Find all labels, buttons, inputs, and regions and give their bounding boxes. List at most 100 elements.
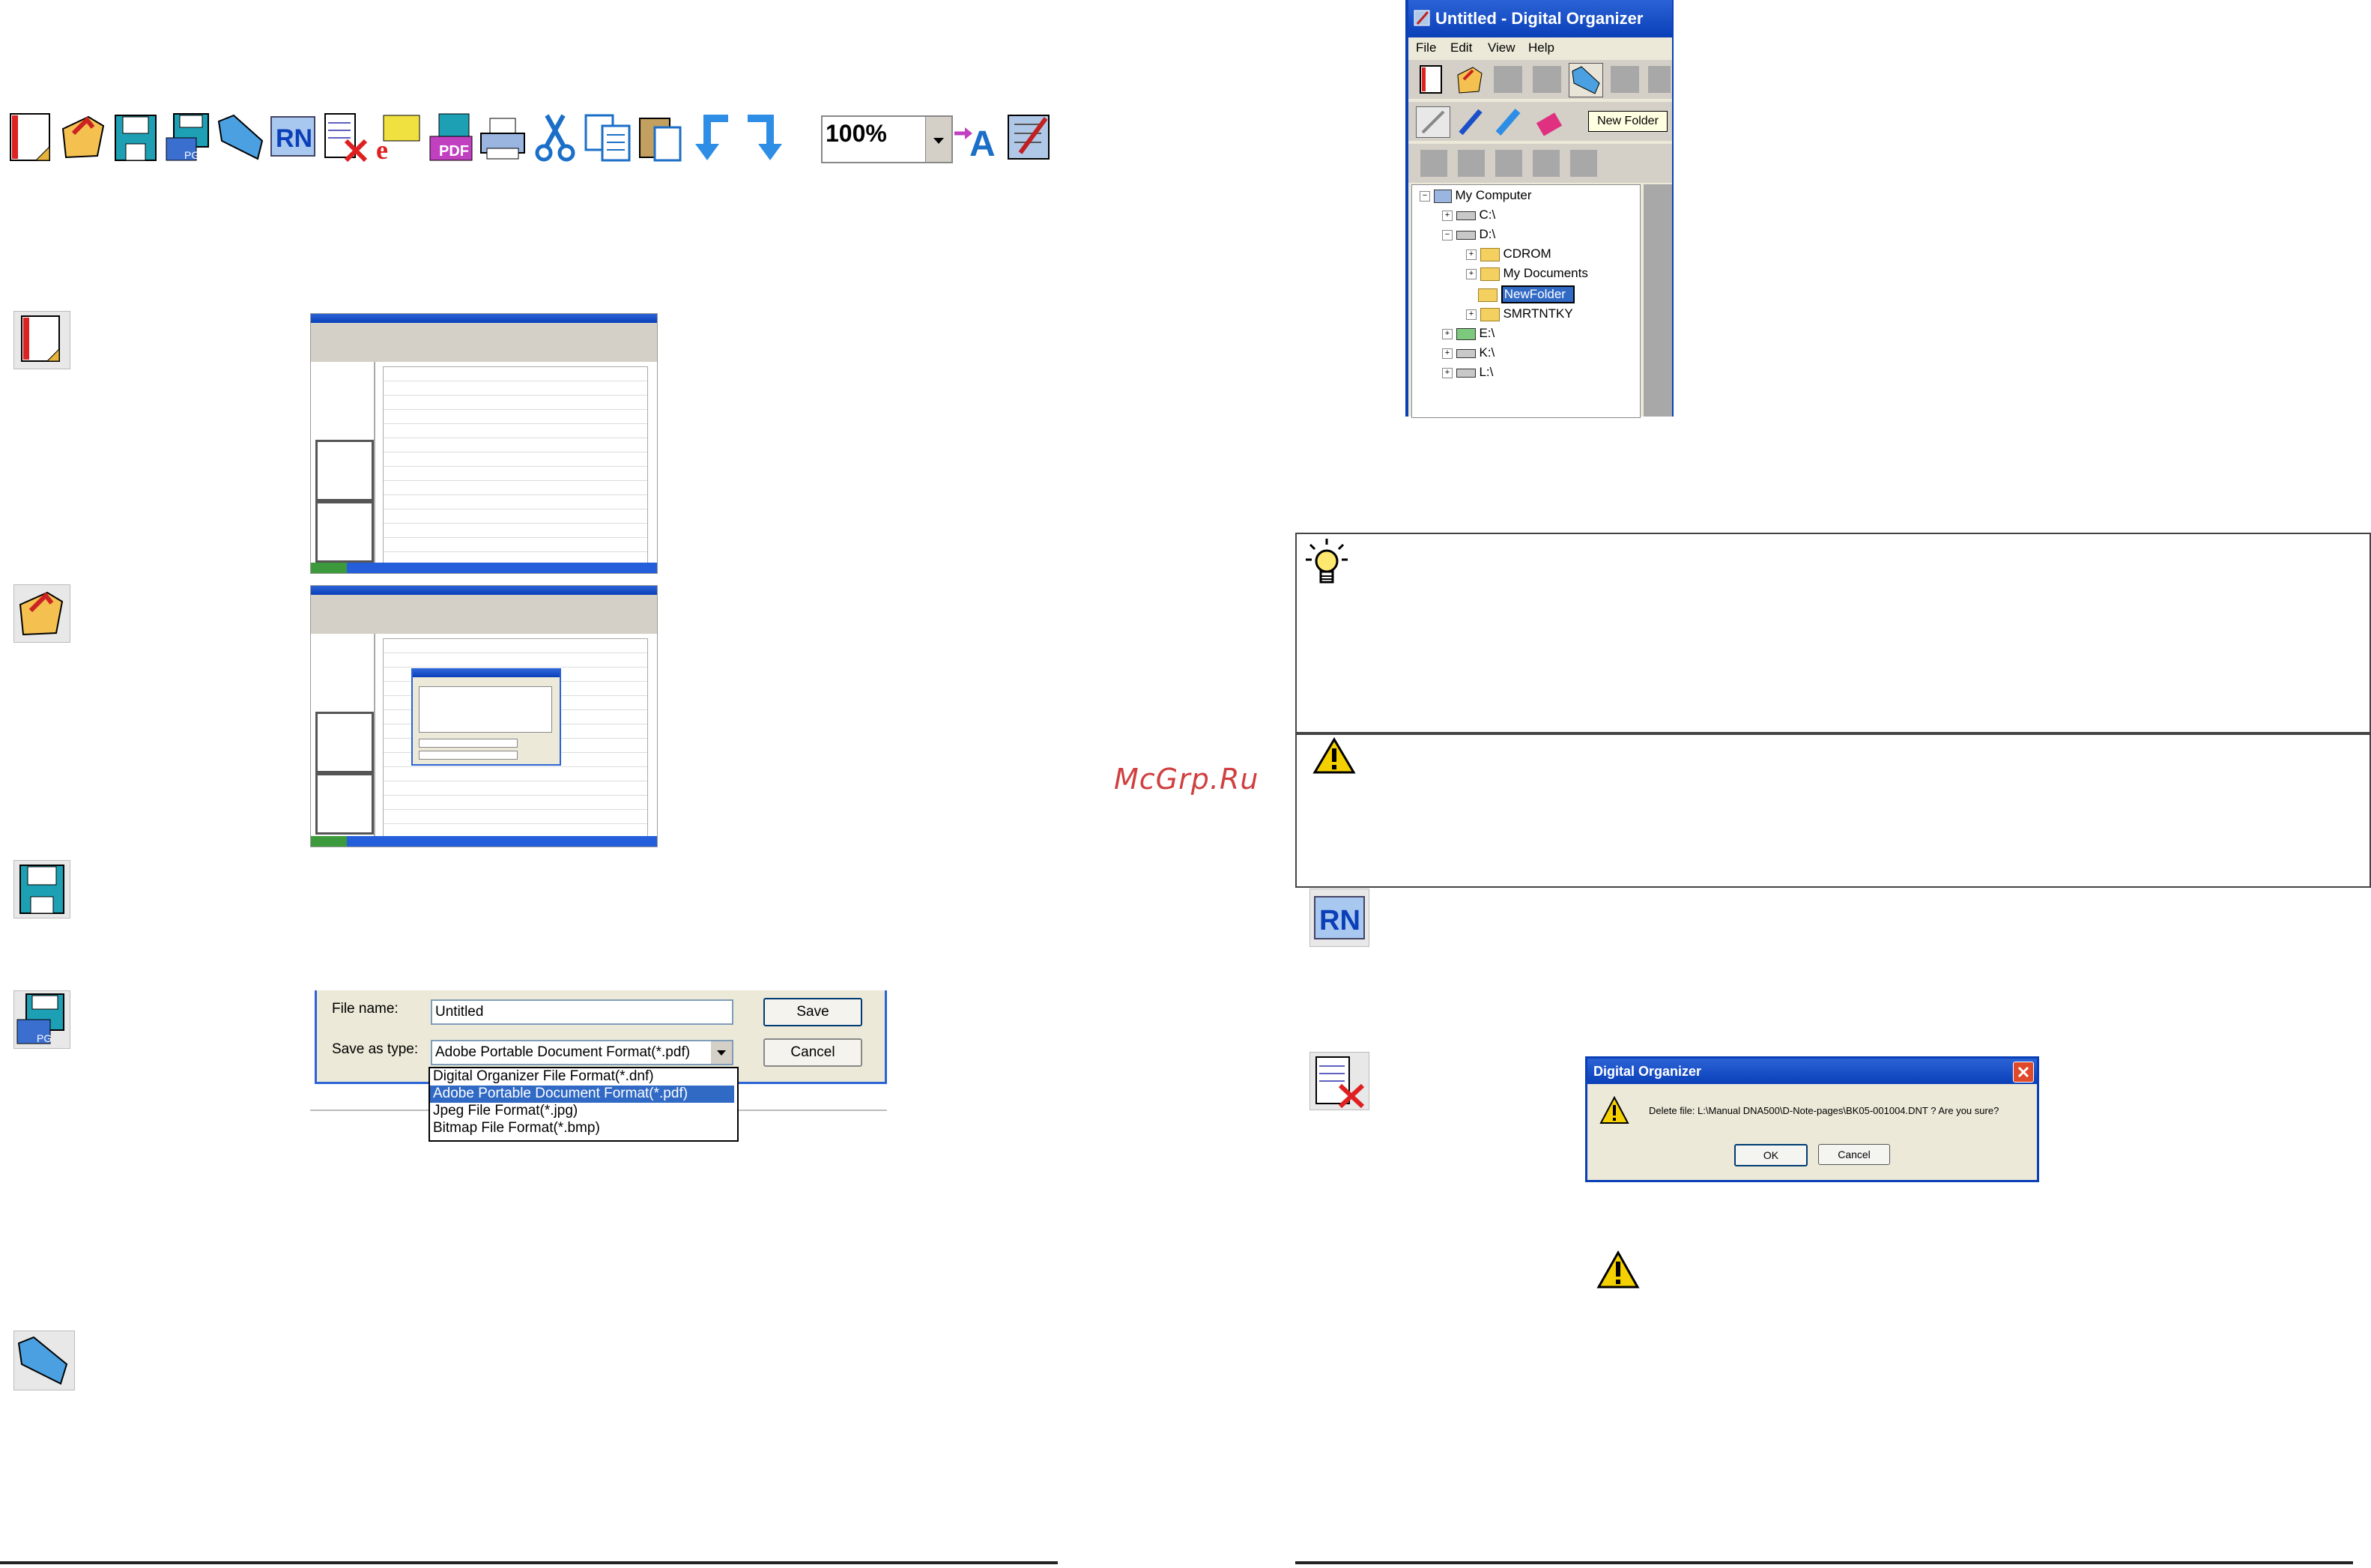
tree-item-d[interactable]: − D:\ bbox=[1442, 227, 1495, 242]
tooltip: New Folder bbox=[1588, 111, 1668, 132]
marker-icon[interactable] bbox=[1456, 106, 1486, 136]
folder-icon bbox=[1480, 247, 1500, 261]
print-icon[interactable] bbox=[478, 111, 527, 163]
new-folder-icon[interactable] bbox=[1569, 63, 1603, 97]
disabled-button bbox=[1495, 150, 1522, 177]
dropdown-option[interactable]: Bitmap File Format(*.bmp) bbox=[430, 1120, 734, 1137]
save-as-type-select[interactable]: Adobe Portable Document Format(*.pdf) bbox=[431, 1040, 733, 1065]
dialog-titlebar: Digital Organizer bbox=[1587, 1059, 2037, 1084]
svg-text:RN: RN bbox=[276, 124, 312, 153]
new-page-icon[interactable] bbox=[1416, 64, 1446, 94]
dialog-message: Delete file: L:\Manual DNA500\D-Note-pag… bbox=[1649, 1105, 1999, 1116]
redo-icon[interactable] bbox=[740, 111, 790, 163]
delete-dialog: Digital Organizer Delete file: L:\Manual… bbox=[1585, 1056, 2039, 1182]
file-name-field[interactable]: Untitled bbox=[431, 999, 733, 1025]
cancel-button[interactable]: Cancel bbox=[763, 1038, 862, 1067]
chevron-down-icon[interactable] bbox=[925, 117, 951, 162]
window-toolbar-3 bbox=[1408, 144, 1672, 183]
new-page-icon[interactable] bbox=[6, 111, 55, 163]
dropdown-option-selected[interactable]: Adobe Portable Document Format(*.pdf) bbox=[430, 1086, 734, 1103]
disabled-button bbox=[1494, 66, 1522, 93]
tree-item-c[interactable]: + C:\ bbox=[1442, 208, 1495, 223]
copy-icon[interactable] bbox=[583, 111, 632, 163]
disabled-button bbox=[1648, 66, 1671, 93]
dropdown-option[interactable]: Jpeg File Format(*.jpg) bbox=[430, 1103, 734, 1120]
disabled-button bbox=[1533, 150, 1560, 177]
menu-help[interactable]: Help bbox=[1528, 40, 1554, 55]
tree-item-newfolder[interactable]: NewFolder bbox=[1478, 285, 1575, 303]
tree-item-k[interactable]: + K:\ bbox=[1442, 345, 1495, 360]
undo-icon[interactable] bbox=[688, 111, 737, 163]
disabled-button bbox=[1458, 150, 1485, 177]
new-page-icon bbox=[13, 311, 70, 369]
file-name-label: File name: bbox=[332, 1001, 399, 1017]
tree-item-l[interactable]: + L:\ bbox=[1442, 365, 1493, 380]
cancel-button[interactable]: Cancel bbox=[1818, 1144, 1890, 1165]
expand-icon: + bbox=[1442, 210, 1453, 221]
text-icon[interactable]: A bbox=[951, 111, 1001, 163]
save-as-icon[interactable]: PG bbox=[163, 111, 213, 163]
svg-text:RN: RN bbox=[1319, 905, 1360, 936]
disabled-button bbox=[1420, 150, 1447, 177]
expand-icon: + bbox=[1442, 328, 1453, 339]
tree-root[interactable]: − My Computer bbox=[1420, 188, 1532, 203]
menu-view[interactable]: View bbox=[1488, 40, 1515, 55]
save-as-type-dropdown: Digital Organizer File Format(*.dnf) Ado… bbox=[429, 1067, 739, 1142]
rename-field[interactable]: NewFolder bbox=[1501, 285, 1575, 303]
tip-box bbox=[1295, 533, 2371, 735]
bottom-rule-left bbox=[0, 1561, 1058, 1564]
expand-icon: + bbox=[1466, 268, 1477, 279]
new-folder-icon bbox=[13, 1331, 75, 1390]
folder-tree: − My Computer + C:\ − D:\ + CDROM + My D… bbox=[1411, 184, 1641, 418]
open-icon[interactable] bbox=[1455, 64, 1485, 94]
expand-icon: + bbox=[1442, 348, 1453, 359]
open-icon bbox=[13, 584, 70, 643]
file-name-value: Untitled bbox=[435, 1004, 484, 1020]
open-icon[interactable] bbox=[58, 111, 108, 163]
rename-icon[interactable]: RN bbox=[268, 111, 318, 163]
tree-item-smrtntky[interactable]: + SMRTNTKY bbox=[1466, 306, 1573, 321]
warning-icon bbox=[1312, 736, 1357, 775]
new-folder-icon[interactable] bbox=[216, 111, 265, 163]
drive-icon bbox=[1456, 211, 1476, 220]
save-as-type-value: Adobe Portable Document Format(*.pdf) bbox=[435, 1044, 691, 1060]
bottom-rule-right bbox=[1295, 1561, 2353, 1564]
delete-icon[interactable] bbox=[321, 111, 370, 163]
menu-edit[interactable]: Edit bbox=[1450, 40, 1472, 55]
email-icon[interactable]: e bbox=[373, 111, 423, 163]
expand-icon: + bbox=[1442, 367, 1453, 378]
dropdown-option[interactable]: Digital Organizer File Format(*.dnf) bbox=[430, 1068, 734, 1086]
edit-icon[interactable] bbox=[1004, 111, 1053, 163]
save-as-icon: PG bbox=[13, 990, 70, 1049]
save-button[interactable]: Save bbox=[763, 998, 862, 1026]
paste-icon[interactable] bbox=[635, 111, 685, 163]
save-icon bbox=[13, 860, 70, 918]
drive-icon bbox=[1456, 348, 1476, 358]
save-as-type-label: Save as type: bbox=[332, 1041, 419, 1057]
preview-pane bbox=[1644, 184, 1672, 417]
tree-item-my-documents[interactable]: + My Documents bbox=[1466, 266, 1588, 281]
expand-icon: + bbox=[1466, 249, 1477, 260]
tree-item-cdrom[interactable]: + CDROM bbox=[1466, 246, 1551, 261]
zoom-select[interactable]: 100% bbox=[821, 115, 953, 163]
close-icon[interactable] bbox=[2013, 1062, 2034, 1083]
ok-button[interactable]: OK bbox=[1734, 1144, 1808, 1166]
disabled-button bbox=[1533, 66, 1561, 93]
app-icon bbox=[1413, 9, 1431, 27]
tree-item-e[interactable]: + E:\ bbox=[1442, 326, 1495, 341]
new-page-screenshot bbox=[310, 313, 658, 574]
highlighter-icon[interactable] bbox=[1494, 106, 1524, 136]
chevron-down-icon[interactable] bbox=[711, 1041, 732, 1064]
eraser-icon[interactable] bbox=[1531, 106, 1564, 136]
svg-text:PG: PG bbox=[184, 149, 199, 161]
menu-file[interactable]: File bbox=[1416, 40, 1436, 55]
svg-text:e: e bbox=[376, 135, 388, 163]
cut-icon[interactable] bbox=[530, 111, 580, 163]
open-screenshot bbox=[310, 585, 658, 847]
save-icon[interactable] bbox=[111, 111, 160, 163]
svg-text:PG: PG bbox=[37, 1032, 52, 1044]
pen-icon[interactable] bbox=[1416, 106, 1450, 138]
svg-text:PDF: PDF bbox=[439, 143, 469, 160]
warning-icon bbox=[1596, 1250, 1641, 1292]
pdf-icon[interactable]: PDF bbox=[426, 111, 475, 163]
